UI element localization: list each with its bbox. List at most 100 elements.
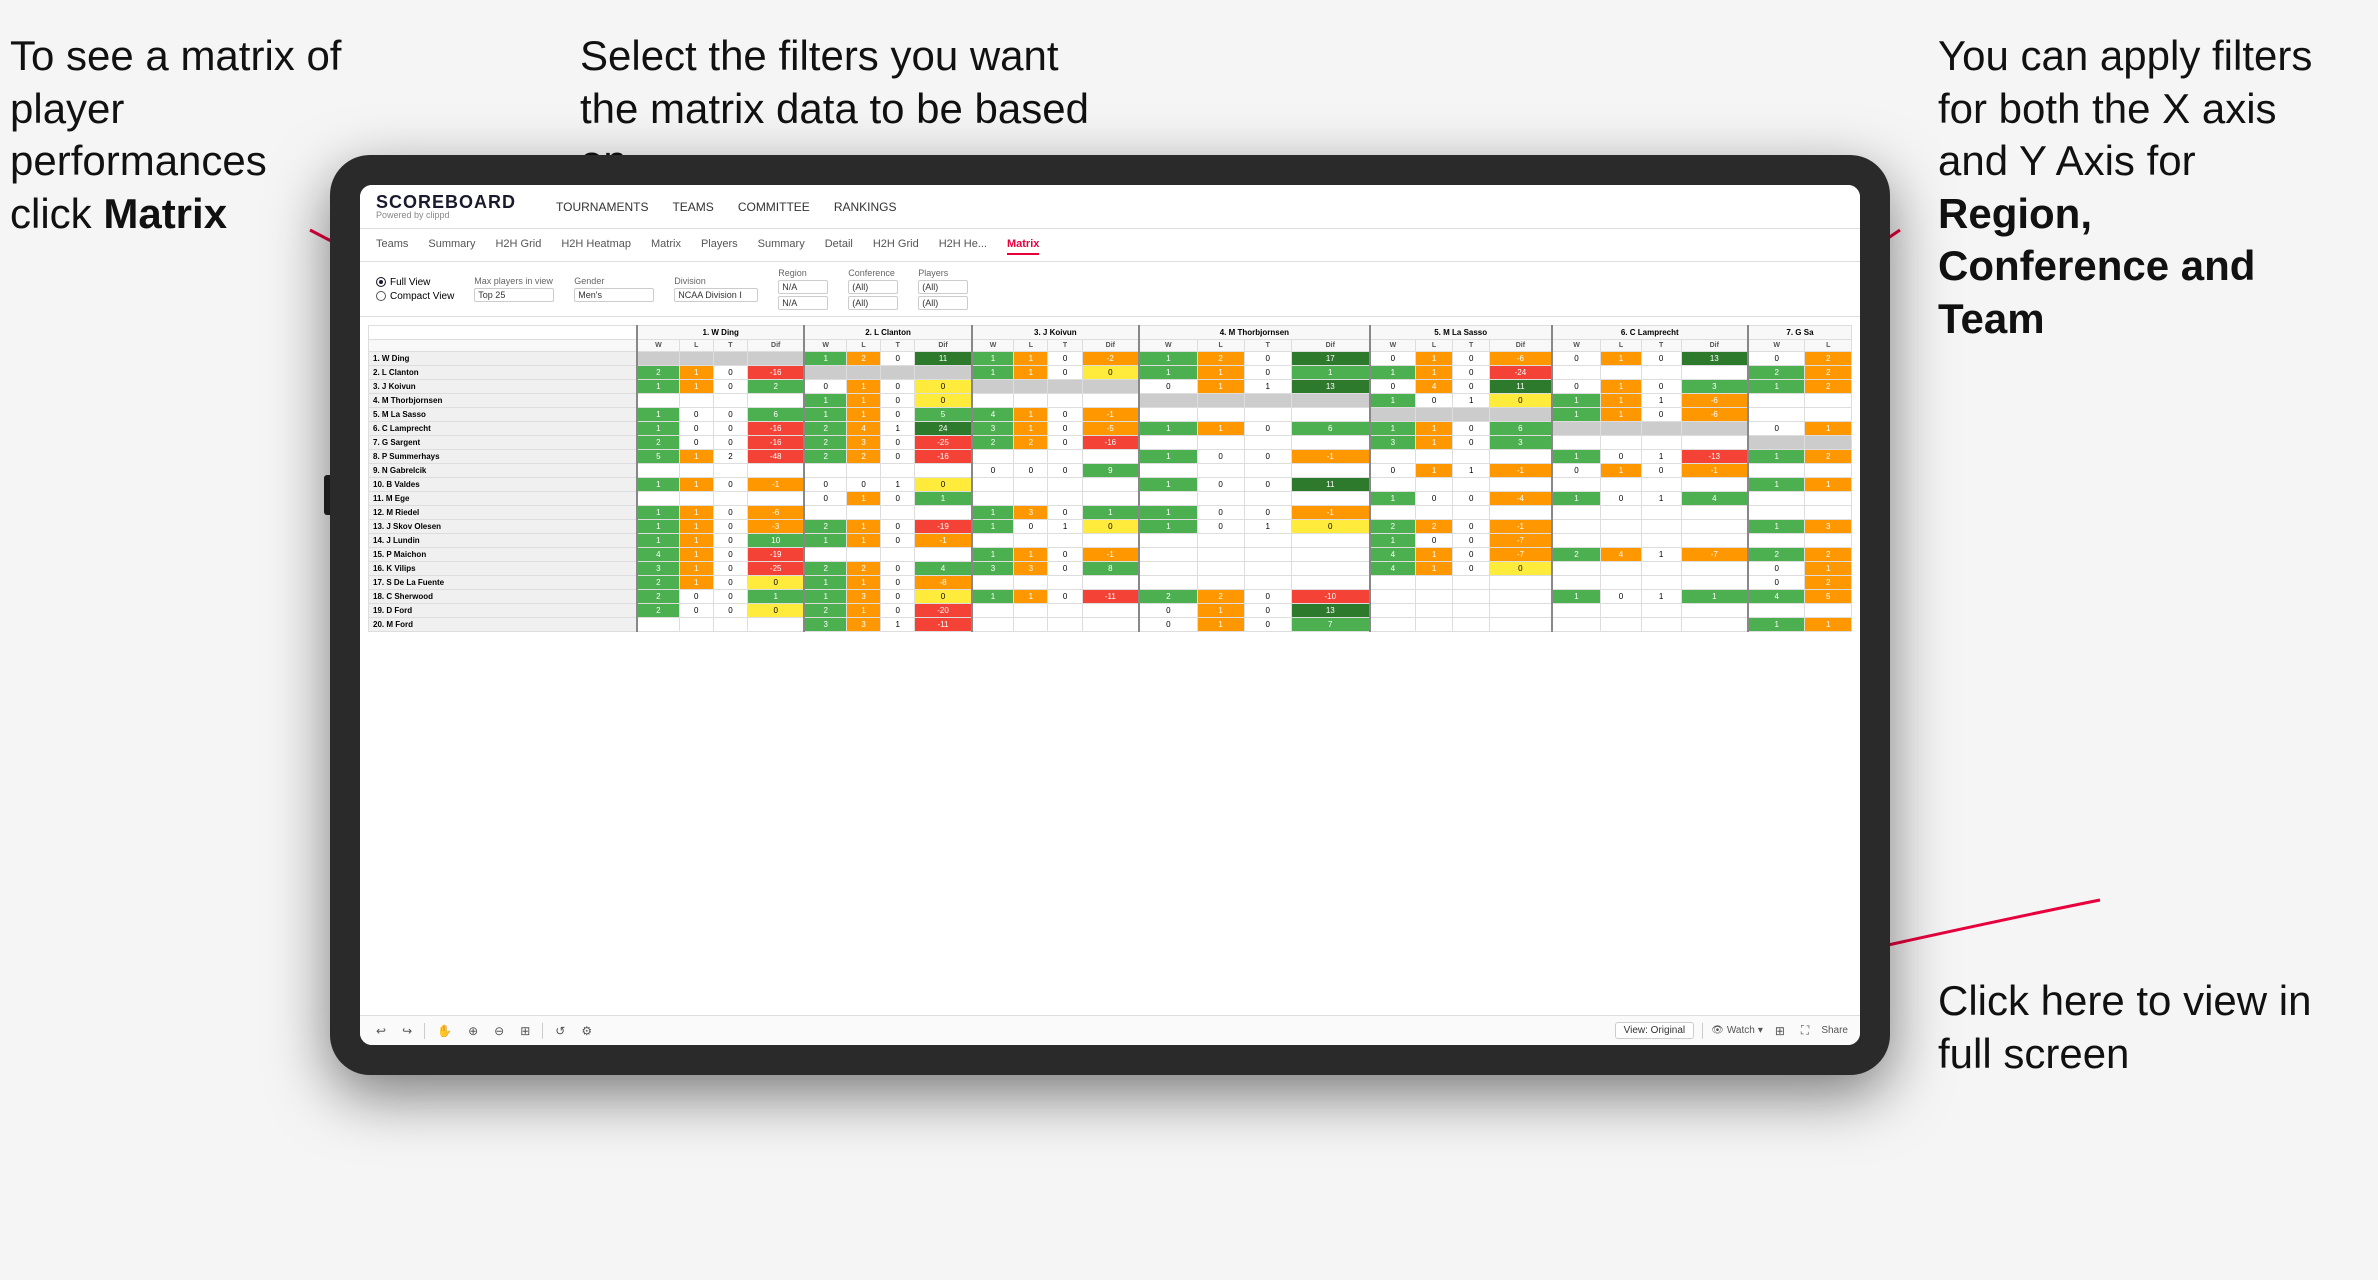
table-row: 7. G Sargent200-16230-25220-163103: [369, 436, 1852, 450]
matrix-cell: [1139, 394, 1197, 408]
matrix-cell: 1: [1197, 422, 1244, 436]
toolbar-fit[interactable]: ⊞: [516, 1022, 534, 1040]
matrix-cell: [1048, 492, 1082, 506]
toolbar-fullscreen-btn[interactable]: ⛶: [1797, 1021, 1813, 1040]
table-row: 13. J Skov Olesen110-3210-1910101010220-…: [369, 520, 1852, 534]
toolbar-undo[interactable]: ↩: [372, 1022, 390, 1040]
matrix-cell: 0: [1453, 352, 1490, 366]
table-row: 4. M Thorbjornsen11001010111-6: [369, 394, 1852, 408]
toolbar-zoom-out[interactable]: ⊖: [490, 1022, 508, 1040]
matrix-cell: 1: [846, 394, 880, 408]
region-select-y[interactable]: N/A: [778, 296, 828, 310]
matrix-cell: 6: [1291, 422, 1370, 436]
sub-nav-summary2[interactable]: Summary: [758, 235, 805, 255]
nav-teams[interactable]: TEAMS: [672, 196, 713, 218]
matrix-cell: 0: [1244, 478, 1291, 492]
matrix-cell: 2: [804, 520, 846, 534]
matrix-content[interactable]: 1. W Ding 2. L Clanton 3. J Koivun 4. M …: [360, 317, 1860, 1015]
matrix-cell: 2: [1805, 576, 1852, 590]
sub-nav-matrix[interactable]: Matrix: [651, 235, 681, 255]
matrix-cell: [1291, 562, 1370, 576]
toolbar-settings[interactable]: ⚙: [577, 1022, 596, 1040]
sub-nav-teams[interactable]: Teams: [376, 235, 408, 255]
matrix-cell: 1: [637, 520, 679, 534]
toolbar-divider-2: [542, 1023, 543, 1039]
nav-committee[interactable]: COMMITTEE: [738, 196, 810, 218]
matrix-cell: [1048, 394, 1082, 408]
matrix-cell: -1: [1681, 464, 1748, 478]
sub-nav-summary[interactable]: Summary: [428, 235, 475, 255]
toolbar-watch-btn[interactable]: 👁 Watch ▾: [1711, 1025, 1763, 1036]
matrix-cell: 1: [915, 492, 972, 506]
toolbar-redo[interactable]: ↪: [398, 1022, 416, 1040]
matrix-cell: [1641, 478, 1681, 492]
matrix-cell: 4: [1416, 380, 1453, 394]
max-players-select[interactable]: Top 25: [474, 288, 554, 302]
matrix-cell: 0: [1641, 380, 1681, 394]
players-select-x[interactable]: (All): [918, 280, 968, 294]
toolbar-zoom-in[interactable]: ⊕: [464, 1022, 482, 1040]
matrix-cell: [1552, 562, 1601, 576]
matrix-cell: [804, 464, 846, 478]
matrix-cell: 0: [1641, 464, 1681, 478]
gender-select[interactable]: Men's: [574, 288, 654, 302]
matrix-cell: 1: [1370, 366, 1416, 380]
toolbar-divider-3: [1702, 1023, 1703, 1039]
matrix-cell: -48: [748, 450, 805, 464]
compact-view-option[interactable]: Compact View: [376, 291, 454, 302]
toolbar-hand[interactable]: ✋: [433, 1022, 456, 1040]
matrix-cell: [1552, 520, 1601, 534]
sub-nav-players[interactable]: Players: [701, 235, 738, 255]
region-select-x[interactable]: N/A: [778, 280, 828, 294]
toolbar-refresh[interactable]: ↺: [551, 1022, 569, 1040]
toolbar-grid-btn[interactable]: ⊞: [1771, 1022, 1789, 1040]
matrix-cell: 3: [972, 562, 1014, 576]
player-name-cell: 9. N Gabrelcik: [369, 464, 638, 478]
matrix-cell: [1805, 492, 1852, 506]
sub-nav-h2h-heatmap[interactable]: H2H Heatmap: [561, 235, 631, 255]
filter-division: Division NCAA Division I: [674, 276, 758, 302]
matrix-cell: 1: [1370, 394, 1416, 408]
nav-tournaments[interactable]: TOURNAMENTS: [556, 196, 648, 218]
annotation-right-bold: Region,Conference andTeam: [1938, 190, 2255, 342]
conference-select-y[interactable]: (All): [848, 296, 898, 310]
matrix-cell: 13: [1291, 380, 1370, 394]
sub-nav-detail[interactable]: Detail: [825, 235, 853, 255]
matrix-cell: -24: [1490, 366, 1552, 380]
matrix-cell: [1641, 534, 1681, 548]
annotation-top-right-text: You can apply filters for both the X axi…: [1938, 32, 2312, 342]
watch-arrow: ▾: [1758, 1025, 1763, 1036]
sub-nav-matrix-active[interactable]: Matrix: [1007, 235, 1039, 255]
division-select[interactable]: NCAA Division I: [674, 288, 758, 302]
matrix-cell: [881, 506, 915, 520]
matrix-cell: [1416, 576, 1453, 590]
matrix-cell: 24: [915, 422, 972, 436]
matrix-cell: 0: [1453, 520, 1490, 534]
matrix-cell: -20: [915, 604, 972, 618]
matrix-cell: 2: [846, 352, 880, 366]
sub-nav-h2h-he[interactable]: H2H He...: [939, 235, 987, 255]
matrix-cell: [881, 464, 915, 478]
matrix-cell: 0: [1244, 352, 1291, 366]
toolbar-view-label[interactable]: View: Original: [1615, 1022, 1695, 1039]
matrix-cell: 0: [1453, 562, 1490, 576]
matrix-cell: [1082, 576, 1139, 590]
nav-rankings[interactable]: RANKINGS: [834, 196, 897, 218]
table-row: 16. K Vilips310-2522043308410001: [369, 562, 1852, 576]
matrix-cell: 0: [881, 562, 915, 576]
matrix-cell: 0: [1748, 576, 1805, 590]
matrix-cell: 0: [1291, 520, 1370, 534]
sub-col-w1: W: [637, 340, 679, 352]
table-row: 15. P Maichon410-19110-1410-7241-722: [369, 548, 1852, 562]
sub-nav-h2h-grid[interactable]: H2H Grid: [495, 235, 541, 255]
matrix-cell: -1: [1490, 464, 1552, 478]
sub-col-dif5: Dif: [1490, 340, 1552, 352]
matrix-cell: [713, 618, 747, 632]
matrix-cell: [1681, 604, 1748, 618]
toolbar-share-btn[interactable]: Share: [1821, 1025, 1848, 1036]
sub-nav-h2h-grid2[interactable]: H2H Grid: [873, 235, 919, 255]
conference-select-x[interactable]: (All): [848, 280, 898, 294]
full-view-option[interactable]: Full View: [376, 277, 454, 288]
matrix-cell: [1601, 366, 1641, 380]
players-select-y[interactable]: (All): [918, 296, 968, 310]
